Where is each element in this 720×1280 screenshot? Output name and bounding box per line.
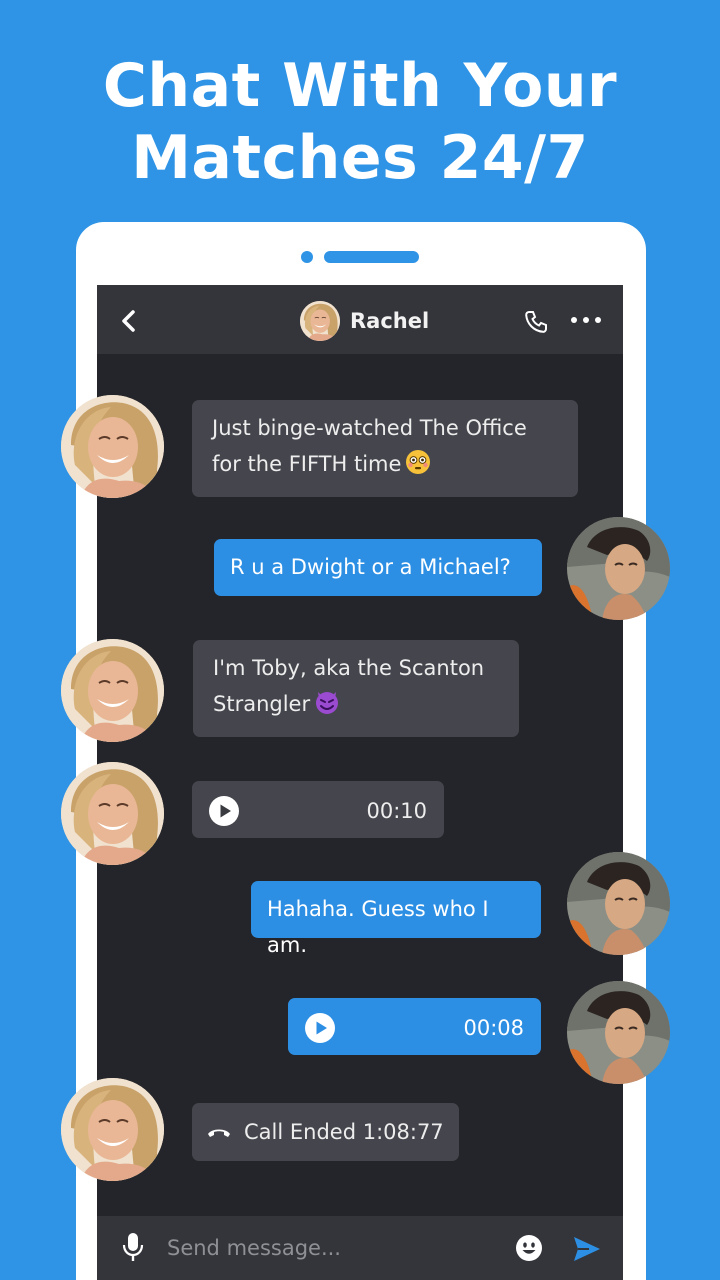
more-dots-icon[interactable]: [570, 315, 602, 325]
phone-icon[interactable]: [524, 310, 548, 334]
message-text-line-2: Strangler: [213, 686, 499, 722]
incoming-voice-message[interactable]: 00:10: [192, 781, 444, 838]
voice-duration: 00:08: [463, 1016, 524, 1040]
message-text: for the FIFTH time: [212, 452, 402, 476]
match-avatar[interactable]: [61, 395, 164, 498]
chevron-left-icon[interactable]: [117, 309, 141, 333]
user-avatar[interactable]: [567, 981, 670, 1084]
play-icon[interactable]: [304, 1012, 336, 1044]
message-input[interactable]: [167, 1228, 487, 1268]
smiling-devil-emoji-icon: [316, 692, 339, 714]
user-avatar[interactable]: [567, 517, 670, 620]
user-avatar[interactable]: [567, 852, 670, 955]
message-text-line-2: for the FIFTH time: [212, 446, 558, 482]
message-text: Strangler: [213, 692, 311, 716]
outgoing-message[interactable]: R u a Dwight or a Michael?: [214, 539, 542, 596]
match-avatar[interactable]: [61, 1078, 164, 1181]
flushed-face-emoji-icon: [406, 450, 431, 474]
headline-line-2: Matches 24/7: [131, 123, 589, 193]
speaker-bar: [324, 251, 419, 263]
message-text: R u a Dwight or a Michael?: [230, 555, 511, 579]
message-composer: [97, 1216, 623, 1280]
camera-dot: [301, 251, 313, 263]
chat-header: Rachel: [97, 285, 623, 354]
outgoing-message[interactable]: Hahaha. Guess who I am.: [251, 881, 541, 957]
match-avatar[interactable]: [61, 762, 164, 865]
message-text: I'm Toby, aka the Scanton: [213, 656, 485, 680]
play-icon[interactable]: [208, 795, 240, 827]
send-icon[interactable]: [573, 1236, 601, 1262]
message-text: Just binge-watched The Office: [212, 416, 527, 440]
microphone-icon[interactable]: [121, 1231, 145, 1263]
message-text: Hahaha. Guess who I am.: [267, 897, 489, 957]
match-avatar[interactable]: [61, 639, 164, 742]
contact-avatar[interactable]: [300, 301, 340, 341]
call-ended-text: Call Ended 1:08:77: [244, 1120, 444, 1144]
incoming-message[interactable]: Just binge-watched The Office for the FI…: [192, 400, 578, 497]
voice-duration: 00:10: [366, 799, 427, 823]
call-ended-message[interactable]: Call Ended 1:08:77: [192, 1103, 459, 1161]
outgoing-voice-message[interactable]: 00:08: [288, 998, 541, 1055]
headline-line-1: Chat With Your: [102, 51, 618, 121]
chat-screen: Rachel Just binge-watched The Office for…: [97, 285, 623, 1280]
headline: Chat With Your Matches 24/7: [0, 50, 720, 194]
contact-name[interactable]: Rachel: [350, 309, 429, 333]
smiley-icon[interactable]: [515, 1234, 543, 1262]
hang-up-icon: [208, 1129, 230, 1137]
incoming-message[interactable]: I'm Toby, aka the Scanton Strangler: [193, 640, 519, 737]
